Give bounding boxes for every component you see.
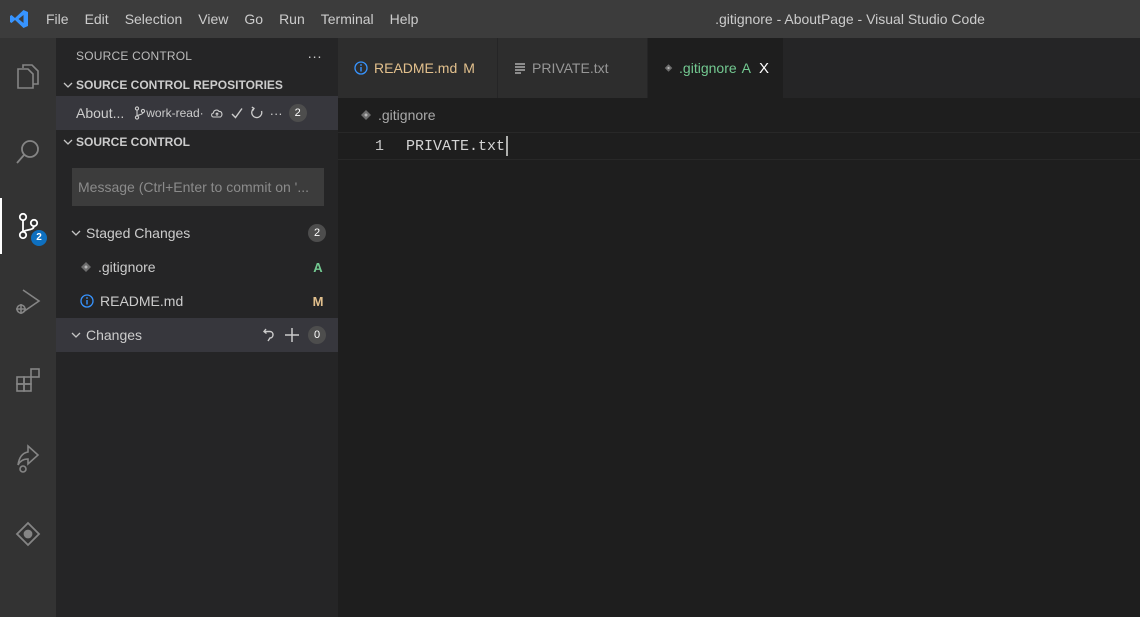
git-file-icon [664,64,673,72]
tab-gitignore[interactable]: .gitignore A X [648,38,784,98]
repository-row[interactable]: About... work-read· ··· 2 [56,96,338,130]
text-file-icon [515,63,525,74]
menu-run[interactable]: Run [271,0,313,38]
changes-label: Changes [86,327,143,343]
tab-status: A [741,60,751,76]
file-name: README.md [100,293,184,309]
changes-actions [262,327,300,343]
menu-view[interactable]: View [190,0,236,38]
staged-file-gitignore[interactable]: .gitignore A [56,250,338,284]
commit-message-input[interactable] [72,168,324,206]
text-cursor [506,136,509,156]
tab-label: PRIVATE.txt [532,60,609,76]
source-control-sidebar: SOURCE CONTROL ··· SOURCE CONTROL REPOSI… [56,38,338,617]
line-number: 1 [374,137,384,155]
branch-indicator[interactable]: work-read· [134,106,204,120]
breadcrumb: .gitignore [338,98,1140,132]
activity-bar: 2 [0,38,56,617]
breadcrumb-file[interactable]: .gitignore [378,107,436,123]
editor-tabs: README.md M PRIVATE.txt .gitignore A X [338,38,1140,102]
discard-changes-icon[interactable] [262,327,276,343]
menu-go[interactable]: Go [236,0,271,38]
menu-help[interactable]: Help [382,0,427,38]
git-file-icon [81,262,91,272]
scm-section-header[interactable]: SOURCE CONTROL [56,130,338,154]
staged-count-badge: 2 [308,224,326,242]
branch-icon [135,106,146,120]
close-icon[interactable]: X [759,60,769,77]
tab-label: README.md [374,60,458,76]
info-icon [354,61,368,75]
repository-name: About... [76,105,125,121]
file-name: .gitignore [98,259,156,275]
menu-file[interactable]: File [38,0,77,38]
repository-more-icon[interactable]: ··· [270,106,283,121]
run-debug-icon[interactable] [0,274,56,330]
file-status-added: A [313,259,323,275]
line-content: PRIVATE.txt [406,137,506,155]
window-title: .gitignore - AboutPage - Visual Studio C… [715,11,985,27]
refresh-icon[interactable] [250,106,264,120]
extensions-icon[interactable] [0,352,56,408]
commit-check-icon[interactable] [230,106,244,120]
tab-private[interactable]: PRIVATE.txt [498,38,648,98]
repositories-section-title: SOURCE CONTROL REPOSITORIES [76,78,283,92]
chevron-down-icon [60,82,76,88]
tab-status: M [463,60,475,76]
staged-file-readme[interactable]: README.md M [56,284,338,318]
sidebar-title: SOURCE CONTROL [76,49,193,63]
sidebar-header: SOURCE CONTROL ··· [56,38,338,74]
vscode-logo-icon [0,0,38,38]
more-actions-icon[interactable]: ··· [307,48,322,64]
info-icon [80,294,94,308]
title-bar: File Edit Selection View Go Run Terminal… [0,0,1140,38]
branch-name: work-read· [146,106,204,120]
tab-readme[interactable]: README.md M [338,38,498,98]
chevron-down-icon [68,230,84,236]
chevron-down-icon [60,139,76,145]
chevron-down-icon [68,332,84,338]
source-control-icon[interactable]: 2 [0,198,56,254]
menu-edit[interactable]: Edit [77,0,117,38]
live-share-icon[interactable] [0,430,56,486]
code-line[interactable]: 1 PRIVATE.txt [338,132,1140,160]
scm-section-title: SOURCE CONTROL [76,135,190,149]
repository-actions: ··· 2 [210,104,307,122]
editor-area[interactable]: .gitignore 1 PRIVATE.txt [338,98,1140,617]
stage-all-plus-icon[interactable] [284,327,300,343]
file-status-modified: M [312,293,324,309]
search-icon[interactable] [0,124,56,180]
explorer-icon[interactable] [0,48,56,104]
staged-changes-label: Staged Changes [86,225,191,241]
scm-badge: 2 [31,230,47,246]
menu-selection[interactable]: Selection [117,0,191,38]
tab-bar-empty-area [784,38,1140,98]
changes-group[interactable]: Changes 0 [56,318,338,352]
line-text[interactable]: PRIVATE.txt [406,136,509,156]
repositories-section-header[interactable]: SOURCE CONTROL REPOSITORIES [56,74,338,96]
publish-cloud-icon[interactable] [210,107,224,119]
repository-count-badge: 2 [288,104,307,122]
menu-bar: File Edit Selection View Go Run Terminal… [38,0,426,38]
changes-count-badge: 0 [308,326,326,344]
menu-terminal[interactable]: Terminal [313,0,382,38]
gitlens-icon[interactable] [0,506,56,562]
staged-changes-group[interactable]: Staged Changes 2 [56,216,338,250]
git-file-icon [361,110,371,120]
tab-label: .gitignore [679,60,737,76]
